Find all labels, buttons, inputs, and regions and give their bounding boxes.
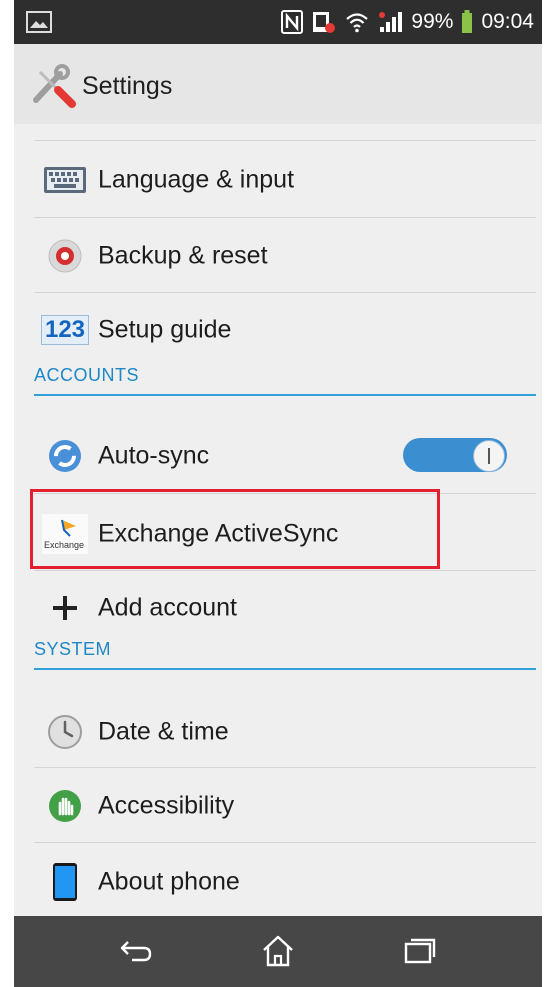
nfc-icon	[281, 10, 304, 34]
divider	[34, 292, 536, 293]
signal-icon	[379, 12, 403, 32]
recent-apps-icon	[404, 938, 436, 964]
phone-screen: 99% 09:04 Settings Language & input Back…	[14, 0, 542, 987]
exchange-icon: Exchange	[42, 514, 88, 554]
settings-item-label: Date & time	[98, 717, 229, 746]
settings-item-backup-reset[interactable]: Backup & reset	[14, 220, 542, 292]
settings-item-label: Accessibility	[98, 791, 235, 820]
wifi-icon	[346, 13, 369, 33]
auto-sync-toggle[interactable]	[403, 438, 507, 472]
back-button[interactable]	[104, 928, 168, 974]
settings-item-label: Add account	[98, 593, 237, 622]
settings-item-label: Backup & reset	[98, 241, 268, 270]
home-icon	[263, 935, 293, 967]
setup-guide-glyph: 123	[40, 315, 90, 345]
battery-icon	[462, 10, 473, 33]
plus-icon	[42, 588, 88, 628]
settings-item-label: Setup guide	[98, 315, 232, 344]
navigation-bar	[14, 916, 542, 987]
toggle-knob	[473, 440, 505, 472]
data-icon	[313, 12, 336, 33]
recent-apps-button[interactable]	[388, 928, 452, 974]
clock-icon	[42, 712, 88, 752]
accessibility-hand-icon	[42, 786, 88, 826]
action-bar: Settings	[14, 44, 542, 124]
settings-item-label: Language & input	[98, 165, 295, 194]
setup-guide-icon: 123	[40, 310, 90, 350]
page-title: Settings	[82, 72, 173, 100]
settings-item-label: Auto-sync	[98, 441, 210, 470]
settings-item-exchange-activesync[interactable]: Exchange Exchange ActiveSync	[14, 498, 542, 570]
settings-item-label: Exchange ActiveSync	[98, 519, 339, 548]
divider	[34, 767, 536, 768]
phone-icon	[42, 862, 88, 902]
section-header-accounts: ACCOUNTS	[34, 354, 536, 396]
backup-reset-icon	[42, 236, 88, 276]
back-icon	[120, 941, 152, 962]
clock-time: 09:04	[481, 10, 534, 33]
keyboard-icon	[42, 160, 88, 200]
divider	[34, 140, 536, 141]
settings-item-accessibility[interactable]: Accessibility	[14, 770, 542, 842]
section-title: SYSTEM	[34, 639, 112, 659]
divider	[34, 570, 536, 571]
section-title: ACCOUNTS	[34, 365, 140, 385]
settings-item-about-phone[interactable]: About phone	[14, 846, 542, 918]
settings-item-language[interactable]: Language & input	[14, 144, 542, 216]
home-button[interactable]	[246, 928, 310, 974]
settings-item-date-time[interactable]: Date & time	[14, 696, 542, 768]
status-bar: 99% 09:04	[14, 0, 542, 44]
divider	[34, 842, 536, 843]
divider	[34, 217, 536, 218]
section-header-system: SYSTEM	[34, 628, 536, 670]
sync-icon	[42, 436, 88, 476]
image-notification-icon	[26, 11, 52, 33]
settings-item-label: About phone	[98, 867, 240, 896]
divider	[34, 493, 536, 494]
battery-percent: 99%	[411, 10, 454, 33]
wrench-screwdriver-icon	[33, 64, 76, 108]
exchange-logo-text: Exchange	[44, 540, 84, 550]
